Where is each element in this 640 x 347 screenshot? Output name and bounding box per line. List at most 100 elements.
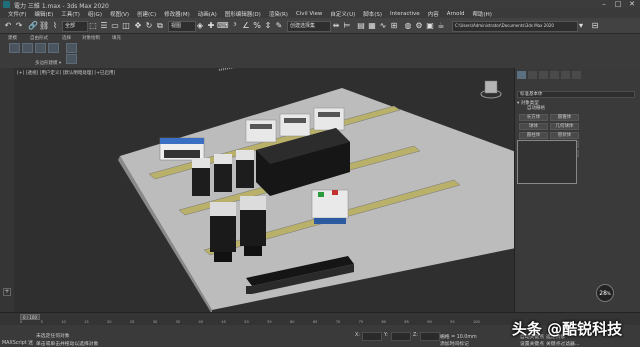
timeline-tick: 15 — [84, 320, 89, 324]
keyboard-shortcut-icon[interactable]: ⌨ — [217, 20, 229, 31]
perspective-viewport[interactable]: [+] [透视] [用户定义] [默认明暗处理] [+已启用] — [14, 68, 514, 312]
autogrid-checkbox[interactable]: 自动栅格 — [527, 106, 567, 113]
menu-item-15[interactable]: Arnold — [447, 11, 465, 17]
timeline-tick: 20 — [106, 320, 112, 324]
ribbon-button-3[interactable] — [35, 43, 46, 53]
ribbon-tab-selection[interactable]: 选择 — [62, 35, 71, 41]
create-3-button[interactable]: 几何球体 — [550, 123, 579, 130]
scene-render — [118, 68, 514, 312]
timeline-tick: 10 — [61, 320, 66, 324]
grid-size: 栅格 = 10.0mm — [440, 335, 477, 340]
angle-snap-icon[interactable]: ∠ — [241, 20, 251, 31]
schematic-view-icon[interactable]: ⊞ — [389, 20, 399, 31]
performance-badge: 28% — [596, 284, 614, 302]
x-coord-label: X: — [355, 333, 360, 338]
toggle-ribbon-icon[interactable]: ▦ — [367, 20, 377, 31]
scale-icon[interactable]: ⧉ — [155, 20, 165, 31]
menu-item-4[interactable]: 视图(V) — [110, 10, 129, 18]
select-by-name-icon[interactable]: ☰ — [99, 20, 109, 31]
ribbon-button-6[interactable] — [66, 54, 77, 64]
menu-item-12[interactable]: 脚本(S) — [363, 10, 382, 18]
minimize-button[interactable]: – — [597, 0, 611, 9]
menu-item-0[interactable]: 文件(F) — [8, 10, 26, 18]
y-coord-field[interactable] — [391, 332, 411, 341]
watermark: 头条 @酷锐科技 — [511, 320, 623, 338]
ribbon-tab-freeform[interactable]: 自由形式 — [30, 35, 48, 41]
rect-selection-icon[interactable]: ▭ — [110, 20, 120, 31]
ribbon-tab-populate[interactable]: 填充 — [112, 35, 121, 41]
align-icon[interactable]: ⊨ — [342, 20, 352, 31]
create-2-button[interactable]: 球体 — [519, 123, 548, 130]
manipulate-icon[interactable]: ✚ — [206, 20, 216, 31]
rendered-frame-icon[interactable]: ▣ — [425, 20, 435, 31]
browse-icon[interactable]: ▾ — [576, 20, 586, 31]
project-path-field[interactable]: C:\Users\Administrator\Documents\3ds Max… — [452, 21, 578, 32]
perf-unit: % — [606, 291, 611, 296]
maximize-button[interactable]: □ — [611, 0, 625, 9]
render-icon[interactable]: ☕ — [436, 20, 446, 31]
timeline-tick: 50 — [244, 320, 249, 324]
left-viewport-strip: + — [0, 68, 14, 312]
menu-item-16[interactable]: 帮助(H) — [473, 10, 492, 18]
ribbon-button-1[interactable] — [9, 43, 20, 53]
rotate-icon[interactable]: ↻ — [144, 20, 154, 31]
ribbon-tab-modeling[interactable]: 建模 — [8, 35, 17, 41]
menu-item-2[interactable]: 工具(T) — [61, 10, 80, 18]
add-time-tag[interactable]: 添加时间标记 — [440, 340, 469, 347]
pivot-icon[interactable]: ◈ — [195, 20, 205, 31]
mirror-icon[interactable]: ⇹ — [331, 20, 341, 31]
curve-editor-icon[interactable]: ∿ — [378, 20, 388, 31]
cable-detail — [218, 68, 236, 71]
unlink-icon[interactable]: ⛓ — [39, 20, 49, 31]
bind-space-warp-icon[interactable]: ⌇ — [50, 20, 60, 31]
menu-item-13[interactable]: Interactive — [390, 11, 420, 17]
menu-item-11[interactable]: 自定义(U) — [330, 10, 355, 18]
timeline-tick: 95 — [450, 320, 455, 324]
window-crossing-icon[interactable]: ◫ — [121, 20, 131, 31]
percent-snap-icon[interactable]: % — [252, 20, 262, 31]
ref-coord-dropdown[interactable]: 视图 — [168, 21, 196, 32]
create-1-button[interactable]: 圆锥体 — [550, 114, 579, 121]
z-coord-field[interactable] — [420, 332, 440, 341]
timeline-tick: 30 — [152, 320, 158, 324]
maxscript-listener[interactable]: MAXScript 迷 — [2, 339, 33, 346]
menu-item-3[interactable]: 组(G) — [88, 10, 102, 18]
ribbon-sub-label[interactable]: 多边形建模 ▾ — [35, 60, 61, 66]
menu-item-1[interactable]: 编辑(E) — [34, 10, 53, 18]
menu-item-7[interactable]: 动画(A) — [198, 10, 217, 18]
create-0-button[interactable]: 长方体 — [519, 114, 548, 121]
add-viewport-icon[interactable]: + — [3, 288, 11, 296]
menu-item-8[interactable]: 图形编辑器(D) — [225, 10, 261, 18]
menu-item-5[interactable]: 创建(C) — [137, 10, 156, 18]
ribbon-tab-object-paint[interactable]: 对象绘制 — [82, 35, 100, 41]
ribbon-button-4[interactable] — [48, 43, 59, 53]
app-icon — [3, 1, 10, 8]
menu-item-9[interactable]: 渲染(R) — [269, 10, 288, 18]
snap-toggle-icon[interactable]: ³ — [230, 20, 240, 31]
ribbon-button-5[interactable] — [66, 43, 77, 53]
workspace-icon[interactable]: ⊟ — [590, 20, 600, 31]
redo-icon[interactable]: ↷ — [14, 20, 24, 31]
edit-named-sets-icon[interactable]: ✎ — [274, 20, 284, 31]
named-selection-set-dropdown[interactable]: 创建选择集 — [287, 21, 331, 32]
material-editor-icon[interactable]: ◍ — [403, 20, 413, 31]
timeline-tick: 75 — [358, 320, 364, 324]
lower-buttons-row — [517, 187, 577, 194]
menu-item-10[interactable]: Civil View — [296, 11, 322, 17]
close-button[interactable]: ✕ — [625, 0, 639, 9]
create-4-button[interactable]: 圆柱体 — [519, 132, 548, 139]
ribbon-button-2[interactable] — [22, 43, 33, 53]
render-setup-icon[interactable]: ⚙ — [414, 20, 424, 31]
menu-item-14[interactable]: 内容 — [428, 10, 439, 18]
select-object-icon[interactable]: ⬚ — [88, 20, 98, 31]
timeline-tick: 40 — [198, 320, 204, 324]
menu-item-6[interactable]: 修改器(M) — [164, 10, 190, 18]
undo-icon[interactable]: ↶ — [3, 20, 13, 31]
link-icon[interactable]: 🔗 — [28, 20, 38, 31]
spinner-snap-icon[interactable]: ⇕ — [263, 20, 273, 31]
selection-filter-dropdown[interactable]: 全部 — [62, 21, 88, 32]
create-5-button[interactable]: 管状体 — [550, 132, 579, 139]
x-coord-field[interactable] — [362, 332, 382, 341]
layer-explorer-icon[interactable]: ▤ — [356, 20, 366, 31]
move-icon[interactable]: ✥ — [133, 20, 143, 31]
